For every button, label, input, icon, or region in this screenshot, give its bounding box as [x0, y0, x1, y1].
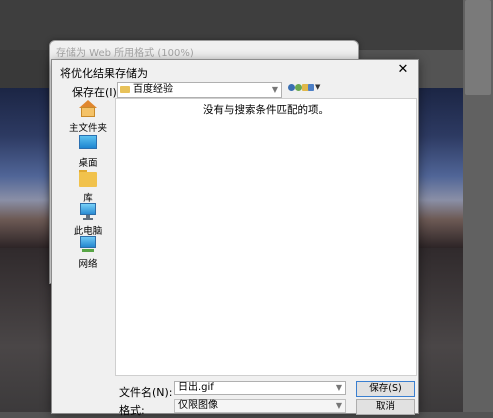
computer-icon [77, 203, 99, 221]
chevron-down-icon: ▼ [271, 85, 278, 94]
filename-input[interactable]: 日出.gif ▼ [174, 381, 346, 395]
dialog-title: 将优化结果存储为 [60, 67, 148, 80]
format-label: 格式: [119, 404, 145, 417]
places-bar: 主文件夹 桌面 库 此电脑 网络 [63, 100, 113, 270]
save-in-label: 保存在(I): [72, 86, 121, 99]
filename-value: 日出.gif [178, 382, 214, 393]
place-label: 主文件夹 [68, 123, 107, 134]
back-icon[interactable] [288, 84, 295, 91]
app-right-panel [463, 0, 493, 412]
cancel-button[interactable]: 取消 [356, 399, 415, 415]
folder-toolbar: ▼ [288, 83, 328, 95]
scrollbar-thumb[interactable] [465, 0, 491, 95]
place-network[interactable]: 网络 [63, 236, 113, 270]
place-this-pc[interactable]: 此电脑 [63, 203, 113, 237]
save-in-dropdown[interactable]: 百度经验 ▼ [117, 82, 282, 98]
place-desktop[interactable]: 桌面 [63, 135, 113, 169]
place-label: 桌面 [78, 158, 98, 169]
format-value: 仅限图像 [178, 400, 218, 411]
save-button[interactable]: 保存(S) [356, 381, 415, 397]
network-icon [77, 236, 99, 254]
chevron-down-icon: ▼ [335, 401, 342, 410]
format-dropdown[interactable]: 仅限图像 ▼ [174, 399, 346, 413]
desktop-icon [77, 135, 99, 153]
save-optimized-dialog: 将优化结果存储为 ✕ 保存在(I): 百度经验 ▼ ▼ 主文件夹 桌面 库 此电… [51, 59, 419, 417]
place-library[interactable]: 库 [63, 170, 113, 204]
up-folder-icon[interactable] [295, 84, 302, 91]
place-home[interactable]: 主文件夹 [63, 100, 113, 134]
library-folder-icon [77, 170, 99, 188]
filename-label: 文件名(N): [119, 386, 173, 399]
save-in-value: 百度经验 [133, 84, 173, 95]
view-menu-icon[interactable] [308, 84, 314, 91]
save-for-web-title: 存储为 Web 所用格式 (100%) [56, 48, 194, 59]
place-label: 此电脑 [73, 226, 103, 237]
file-list[interactable]: 没有与搜索条件匹配的项。 [115, 98, 417, 376]
view-dropdown-icon[interactable]: ▼ [315, 83, 320, 91]
close-icon[interactable]: ✕ [394, 61, 412, 79]
folder-icon [120, 86, 130, 93]
place-label: 库 [83, 193, 93, 204]
place-label: 网络 [78, 259, 98, 270]
chevron-down-icon[interactable]: ▼ [336, 382, 342, 394]
home-folder-icon [77, 100, 99, 118]
empty-message: 没有与搜索条件匹配的项。 [203, 104, 329, 116]
